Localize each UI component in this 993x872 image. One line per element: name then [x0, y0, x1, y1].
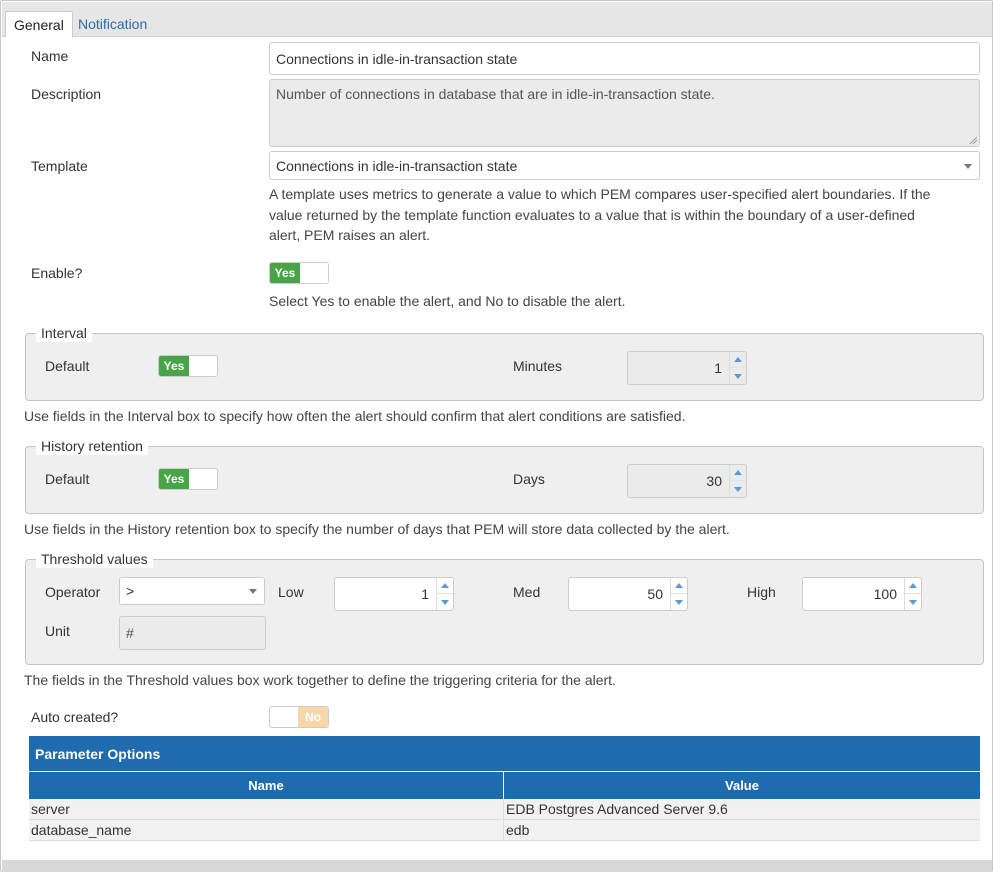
description-textarea[interactable]: Number of connections in database that a…	[269, 79, 980, 147]
minutes-stepper-buttons	[729, 352, 746, 384]
enable-label: Enable?	[31, 265, 83, 281]
unit-value: #	[126, 625, 134, 641]
auto-created-label: Auto created?	[31, 709, 119, 725]
cell-name: server	[29, 799, 504, 819]
increment-icon[interactable]	[905, 578, 921, 594]
name-input[interactable]: Connections in idle-in-transaction state	[269, 42, 980, 75]
operator-label: Operator	[45, 584, 101, 600]
name-label: Name	[31, 48, 69, 64]
history-help: Use fields in the History retention box …	[24, 521, 730, 537]
column-header-value[interactable]: Value	[504, 772, 980, 799]
low-stepper[interactable]: 1	[334, 577, 454, 611]
decrement-icon[interactable]	[730, 368, 746, 384]
minutes-value: 1	[714, 360, 722, 376]
name-input-value: Connections in idle-in-transaction state	[276, 50, 518, 67]
description-value: Number of connections in database that a…	[276, 86, 715, 102]
minutes-stepper[interactable]: 1	[627, 351, 747, 385]
high-stepper[interactable]: 100	[802, 577, 922, 611]
high-value: 100	[873, 586, 897, 602]
increment-icon[interactable]	[730, 465, 746, 481]
decrement-icon[interactable]	[730, 481, 746, 497]
tab-general[interactable]: General	[5, 11, 73, 38]
resize-handle-icon[interactable]	[969, 136, 977, 144]
template-select-value: Connections in idle-in-transaction state	[276, 157, 518, 174]
parameter-options-header: Parameter Options	[29, 736, 980, 771]
operator-select-value: >	[126, 583, 135, 599]
interval-default-toggle[interactable]: Yes	[158, 355, 218, 377]
increment-icon[interactable]	[730, 352, 746, 368]
enable-toggle[interactable]: Yes	[269, 262, 329, 284]
unit-label: Unit	[45, 623, 70, 639]
template-select[interactable]: Connections in idle-in-transaction state	[269, 151, 980, 180]
template-help: A template uses metrics to generate a va…	[269, 184, 980, 246]
threshold-legend: Threshold values	[36, 550, 153, 568]
decrement-icon[interactable]	[905, 594, 921, 610]
toggle-on-label: Yes	[270, 263, 300, 283]
med-stepper-buttons	[670, 578, 687, 610]
cell-value: EDB Postgres Advanced Server 9.6	[506, 801, 728, 817]
enable-help: Select Yes to enable the alert, and No t…	[269, 293, 626, 309]
chevron-down-icon	[249, 589, 257, 594]
days-value: 30	[706, 473, 722, 489]
toggle-off-label: No	[298, 707, 328, 727]
operator-select[interactable]: >	[119, 577, 265, 605]
interval-legend: Interval	[36, 324, 92, 342]
decrement-icon[interactable]	[671, 594, 687, 610]
interval-help: Use fields in the Interval box to specif…	[24, 408, 686, 424]
parameter-grid-header: Name Value	[29, 771, 980, 799]
cell-value: edb	[506, 822, 530, 838]
low-label: Low	[278, 584, 304, 600]
increment-icon[interactable]	[437, 578, 453, 594]
high-label: High	[747, 584, 776, 600]
history-default-label: Default	[45, 471, 90, 487]
minutes-label: Minutes	[513, 358, 563, 374]
high-stepper-buttons	[904, 578, 921, 610]
med-label: Med	[513, 584, 541, 600]
parameter-options-title: Parameter Options	[35, 745, 161, 762]
med-value: 50	[647, 586, 663, 602]
auto-created-toggle[interactable]: No	[269, 706, 329, 728]
template-help-line: A template uses metrics to generate a va…	[269, 186, 931, 202]
footer-bar	[2, 860, 992, 872]
toggle-on-label: Yes	[159, 469, 189, 489]
description-label: Description	[31, 86, 102, 102]
interval-default-label: Default	[45, 358, 90, 374]
low-value: 1	[421, 586, 429, 602]
template-label: Template	[31, 158, 88, 174]
table-row[interactable]: database_name edb	[29, 820, 980, 841]
days-stepper[interactable]: 30	[627, 464, 747, 498]
med-stepper[interactable]: 50	[568, 577, 688, 611]
column-header-name[interactable]: Name	[29, 772, 504, 799]
table-row[interactable]: server EDB Postgres Advanced Server 9.6	[29, 799, 980, 820]
cell-name: database_name	[29, 820, 504, 840]
low-stepper-buttons	[436, 578, 453, 610]
tab-bar: General Notification	[2, 2, 992, 38]
threshold-help: The fields in the Threshold values box w…	[24, 672, 616, 688]
decrement-icon[interactable]	[437, 594, 453, 610]
increment-icon[interactable]	[671, 578, 687, 594]
days-stepper-buttons	[729, 465, 746, 497]
history-legend: History retention	[36, 437, 148, 455]
template-help-line: alert, PEM raises an alert.	[269, 227, 431, 243]
alert-dialog: General Notification Name Connections in…	[0, 0, 993, 872]
tab-notification[interactable]: Notification	[70, 11, 155, 38]
template-help-line: value returned by the template function …	[269, 206, 915, 223]
days-label: Days	[513, 471, 545, 487]
history-default-toggle[interactable]: Yes	[158, 468, 218, 490]
chevron-down-icon	[964, 163, 972, 169]
toggle-on-label: Yes	[159, 356, 189, 376]
unit-input[interactable]: #	[119, 616, 266, 650]
